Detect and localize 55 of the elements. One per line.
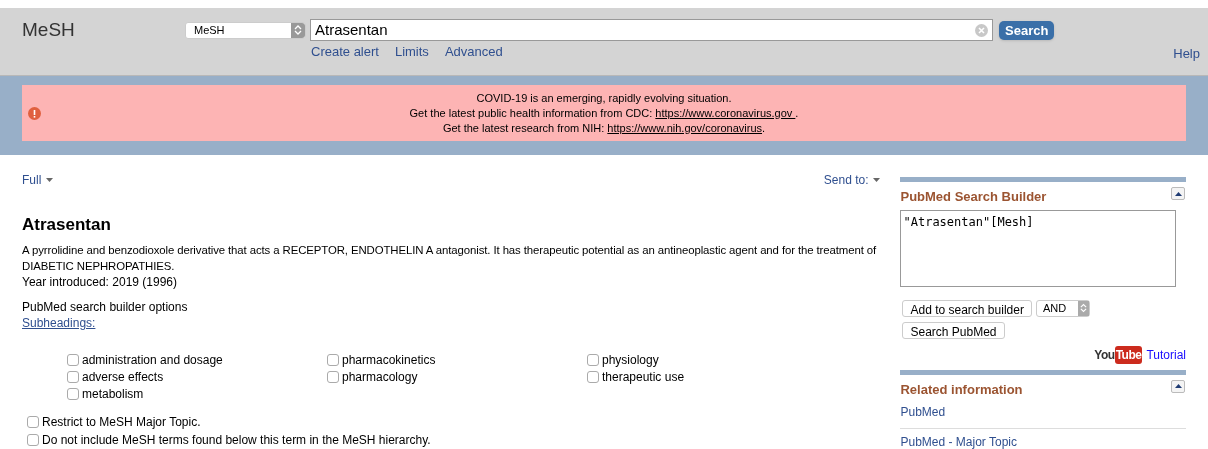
- send-to-dropdown[interactable]: Send to:: [823, 171, 881, 189]
- format-dropdown[interactable]: Full: [22, 171, 54, 189]
- stepper-icon: [291, 22, 305, 38]
- database-select[interactable]: MeSH: [185, 21, 306, 39]
- checkbox[interactable]: [327, 371, 339, 383]
- query-textarea[interactable]: "Atrasentan"[Mesh]: [900, 209, 1177, 287]
- alert-icon: [28, 107, 41, 120]
- checkbox-label: metabolism: [82, 386, 144, 403]
- checkbox-label: physiology: [602, 352, 659, 369]
- help-link[interactable]: Help: [1173, 44, 1200, 64]
- section-title: PubMed Search Builder: [900, 188, 1047, 206]
- video-logo: YouTube: [1094, 345, 1143, 364]
- checkbox[interactable]: [27, 433, 39, 446]
- checkbox[interactable]: [67, 354, 79, 366]
- header-link[interactable]: Create alert: [311, 42, 379, 62]
- banner-text: Get the latest public health information from CDC: https://www.coronavirus.gov .: [409, 105, 799, 121]
- section-label: PubMed search builder options: [22, 298, 189, 315]
- checkbox-label: therapeutic use: [602, 369, 685, 386]
- checkbox[interactable]: [67, 371, 79, 383]
- header-link[interactable]: Advanced: [444, 42, 503, 62]
- checkbox[interactable]: [67, 388, 79, 400]
- checkbox[interactable]: [587, 371, 599, 383]
- checkbox-label: adverse effects: [82, 369, 164, 386]
- operator-select[interactable]: AND: [1035, 299, 1090, 317]
- record-description: A pyrrolidine and benzodioxole derivative that acts a RECEPTOR, ENDOTHELIN A antagonist. It has therapeutic potential as an antineoplastic agent and for the treatment of DIABETIC NEPHROPATHIES.: [22, 242, 878, 274]
- year-introduced: Year introduced: 2019 (1996): [22, 273, 178, 290]
- checkbox-label: pharmacology: [342, 369, 418, 386]
- banner-text: COVID-19 is an emerging, rapidly evolving situation.: [476, 90, 732, 106]
- section-title: Related information: [900, 380, 1023, 399]
- tutorial-link[interactable]: Tutorial: [1146, 345, 1186, 364]
- caret-icon: [46, 178, 54, 182]
- related-link[interactable]: PubMed: [900, 399, 1186, 425]
- site-title: MeSH: [22, 18, 76, 42]
- checkbox-label: Restrict to MeSH Major Topic.: [42, 413, 201, 431]
- checkbox[interactable]: [587, 354, 599, 366]
- checkbox-label: Do not include MeSH terms found below this term in the MeSH hierarchy.: [42, 431, 431, 449]
- search-button[interactable]: Search: [999, 20, 1055, 40]
- checkbox-label: administration and dosage: [82, 352, 223, 369]
- search-field[interactable]: Atrasentan: [310, 19, 993, 41]
- header-link[interactable]: Limits: [394, 42, 429, 62]
- checkbox[interactable]: [327, 354, 339, 366]
- related-link[interactable]: PubMed - Major Topic: [900, 428, 1186, 449]
- checkbox[interactable]: [27, 415, 39, 428]
- banner-link[interactable]: https://www.coronavirus.gov: [655, 106, 796, 119]
- record-title: Atrasentan: [22, 214, 112, 236]
- search-pubmed-button[interactable]: Search PubMed: [902, 321, 1005, 339]
- collapse-icon[interactable]: [1171, 379, 1185, 393]
- subheadings-link[interactable]: Subheadings:: [22, 314, 96, 331]
- banner-text: Get the latest research from NIH: https://www.nih.gov/coronavirus.: [442, 120, 766, 136]
- clear-icon[interactable]: [975, 23, 988, 37]
- checkbox-label: pharmacokinetics: [342, 352, 436, 369]
- collapse-icon[interactable]: [1171, 187, 1185, 200]
- stepper-icon: [1077, 300, 1089, 316]
- add-to-builder-button[interactable]: Add to search builder: [902, 299, 1032, 317]
- caret-icon: [873, 178, 881, 182]
